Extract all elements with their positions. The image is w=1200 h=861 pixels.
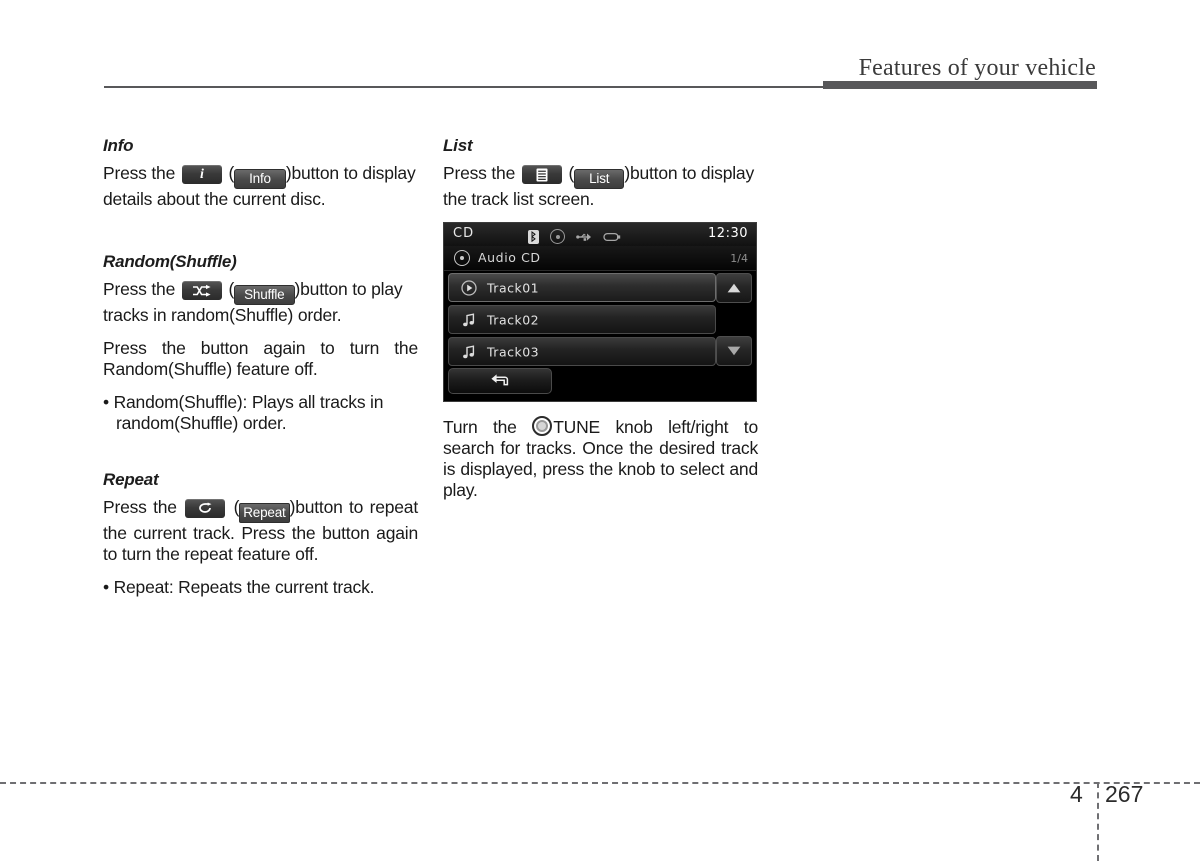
status-clock: 12:30 <box>708 226 748 241</box>
info-heading: Info <box>103 136 134 155</box>
repeat-heading: Repeat <box>103 470 159 489</box>
page-indicator: 1/4 <box>730 252 748 265</box>
track-label: Track03 <box>487 344 540 359</box>
info-hardware-key[interactable]: i <box>181 165 222 184</box>
cd-disc-icon <box>454 250 470 266</box>
footer-vertical-dashed-rule <box>1097 782 1099 861</box>
music-note-icon <box>461 344 477 360</box>
status-source-label: CD <box>453 226 475 241</box>
random-text-before: Press the <box>103 279 176 299</box>
page-header: Features of your vehicle <box>0 0 1200 100</box>
info-text-before: Press the <box>103 163 176 183</box>
play-circle-icon <box>461 279 477 296</box>
section-list: List Press the (List)button to display t… <box>443 136 758 210</box>
track-label: Track01 <box>487 280 540 295</box>
track-list-item[interactable]: Track03 <box>448 337 716 366</box>
footer-chapter-number: 4 <box>1070 781 1083 807</box>
list-lines-icon <box>536 168 548 181</box>
shuffle-icon <box>192 284 211 297</box>
section-random: Random(Shuffle) Press the (Shuffle)butto… <box>103 252 418 434</box>
info-paragraph: Press the i (Info)button to display deta… <box>103 163 418 210</box>
list-text-before: Press the <box>443 163 516 183</box>
head-unit-screenshot: CD 12:30 Audio CD 1/4 Track01 Track02 Tr… <box>443 222 757 402</box>
head-unit-status-bar: CD 12:30 <box>444 223 756 247</box>
disc-icon <box>550 229 565 244</box>
footer-page-number: 267 <box>1105 781 1144 807</box>
arrow-up-icon <box>727 283 741 293</box>
header-rule-thin <box>104 86 823 88</box>
track-label: Track02 <box>487 312 540 327</box>
list-paragraph: Press the (List)button to display the tr… <box>443 163 758 210</box>
track-list-item[interactable]: Track01 <box>448 273 716 302</box>
repeat-bullet: • Repeat: Repeats the current track. <box>103 577 375 597</box>
back-arrow-icon <box>491 374 509 386</box>
page-title: Features of your vehicle <box>858 55 1096 81</box>
random-bullet: • Random(Shuffle): Plays all tracks in r… <box>103 392 384 433</box>
section-info: Info Press the i (Info)button to display… <box>103 136 418 210</box>
scroll-controls <box>716 273 752 366</box>
random-paragraph-2: Press the button again to turn the Rando… <box>103 338 418 379</box>
head-unit-title-bar: Audio CD 1/4 <box>444 246 756 271</box>
repeat-paragraph: Press the (Repeat)button to repeat the c… <box>103 497 418 565</box>
list-softkey[interactable]: List <box>574 169 625 189</box>
status-icon-group <box>528 227 621 246</box>
head-unit-title: Audio CD <box>478 250 541 265</box>
usb-icon <box>576 227 592 246</box>
scroll-up-button[interactable] <box>716 273 752 303</box>
shuffle-hardware-key[interactable] <box>181 281 222 300</box>
random-paragraph-1: Press the (Shuffle)button to play tracks… <box>103 279 418 326</box>
footer-dashed-rule <box>0 782 1200 784</box>
track-list: Track01 Track02 Track03 <box>448 273 716 369</box>
tune-text-before: Turn the <box>443 417 517 437</box>
tune-knob-note: Turn the TUNE knob left/right to search … <box>443 416 758 501</box>
shuffle-softkey[interactable]: Shuffle <box>234 285 295 305</box>
scroll-down-button[interactable] <box>716 336 752 366</box>
random-heading: Random(Shuffle) <box>103 252 237 271</box>
tune-knob-icon <box>532 416 553 436</box>
section-repeat: Repeat Press the (Repeat)button to repea… <box>103 470 418 598</box>
header-rule-thick <box>823 81 1097 89</box>
music-note-icon <box>461 312 477 328</box>
back-button[interactable] <box>448 368 552 394</box>
left-column: Info Press the i (Info)button to display… <box>103 136 418 610</box>
bluetooth-icon <box>528 229 539 244</box>
right-column: List Press the (List)button to display t… <box>443 136 758 513</box>
info-softkey[interactable]: Info <box>234 169 286 189</box>
list-heading: List <box>443 136 473 155</box>
list-hardware-key[interactable] <box>521 165 562 184</box>
track-list-item[interactable]: Track02 <box>448 305 716 334</box>
repeat-hardware-key[interactable] <box>185 499 226 518</box>
repeat-softkey[interactable]: Repeat <box>239 503 290 523</box>
aux-jack-icon <box>603 227 621 246</box>
info-i-icon: i <box>199 167 204 182</box>
repeat-icon <box>199 502 212 513</box>
arrow-down-icon <box>727 346 741 356</box>
repeat-text-before: Press the <box>103 497 177 517</box>
